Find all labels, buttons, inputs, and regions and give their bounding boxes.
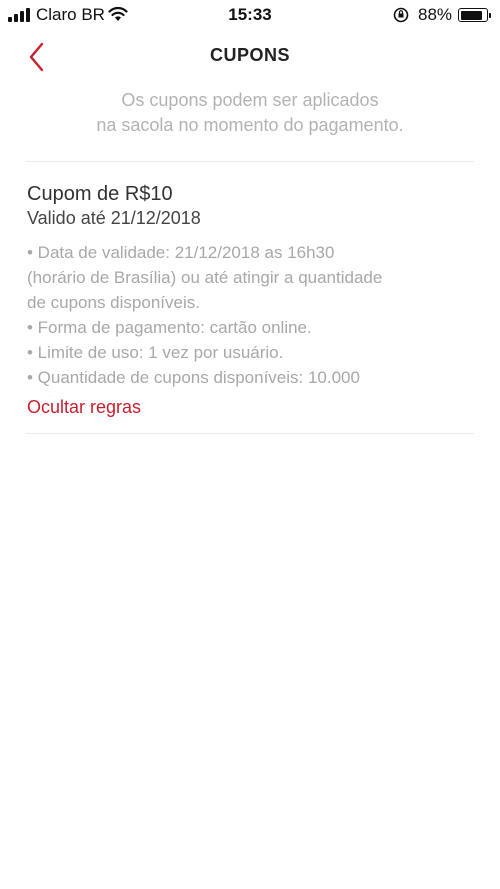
orientation-lock-icon (393, 7, 409, 23)
rule-line: • Limite de uso: 1 vez por usuário. (27, 343, 284, 362)
rule-line: • Data de validade: 21/12/2018 as 16h30 (27, 243, 335, 262)
divider (26, 433, 474, 434)
coupon-rules: • Data de validade: 21/12/2018 as 16h30 … (27, 240, 477, 390)
rule-line: • Quantidade de cupons disponíveis: 10.0… (27, 368, 360, 387)
coupon-title: Cupom de R$10 (27, 183, 173, 205)
divider (26, 161, 474, 162)
page-title: CUPONS (209, 45, 290, 65)
status-bar: Claro BR 15:33 88% (0, 0, 500, 30)
rule-line: • Forma de pagamento: cartão online. (27, 318, 312, 337)
battery-icon (458, 8, 491, 22)
coupon-validity: Valido até 21/12/2018 (27, 208, 201, 228)
battery-percentage: 88% (418, 5, 453, 24)
hide-rules-link[interactable]: Ocultar regras (27, 397, 141, 418)
rule-line: de cupons disponíveis. (27, 293, 200, 312)
coupons-info-text: Os cupons podem ser aplicados na sacola … (96, 90, 404, 135)
rule-line: (horário de Brasília) ou até atingir a q… (27, 268, 383, 287)
